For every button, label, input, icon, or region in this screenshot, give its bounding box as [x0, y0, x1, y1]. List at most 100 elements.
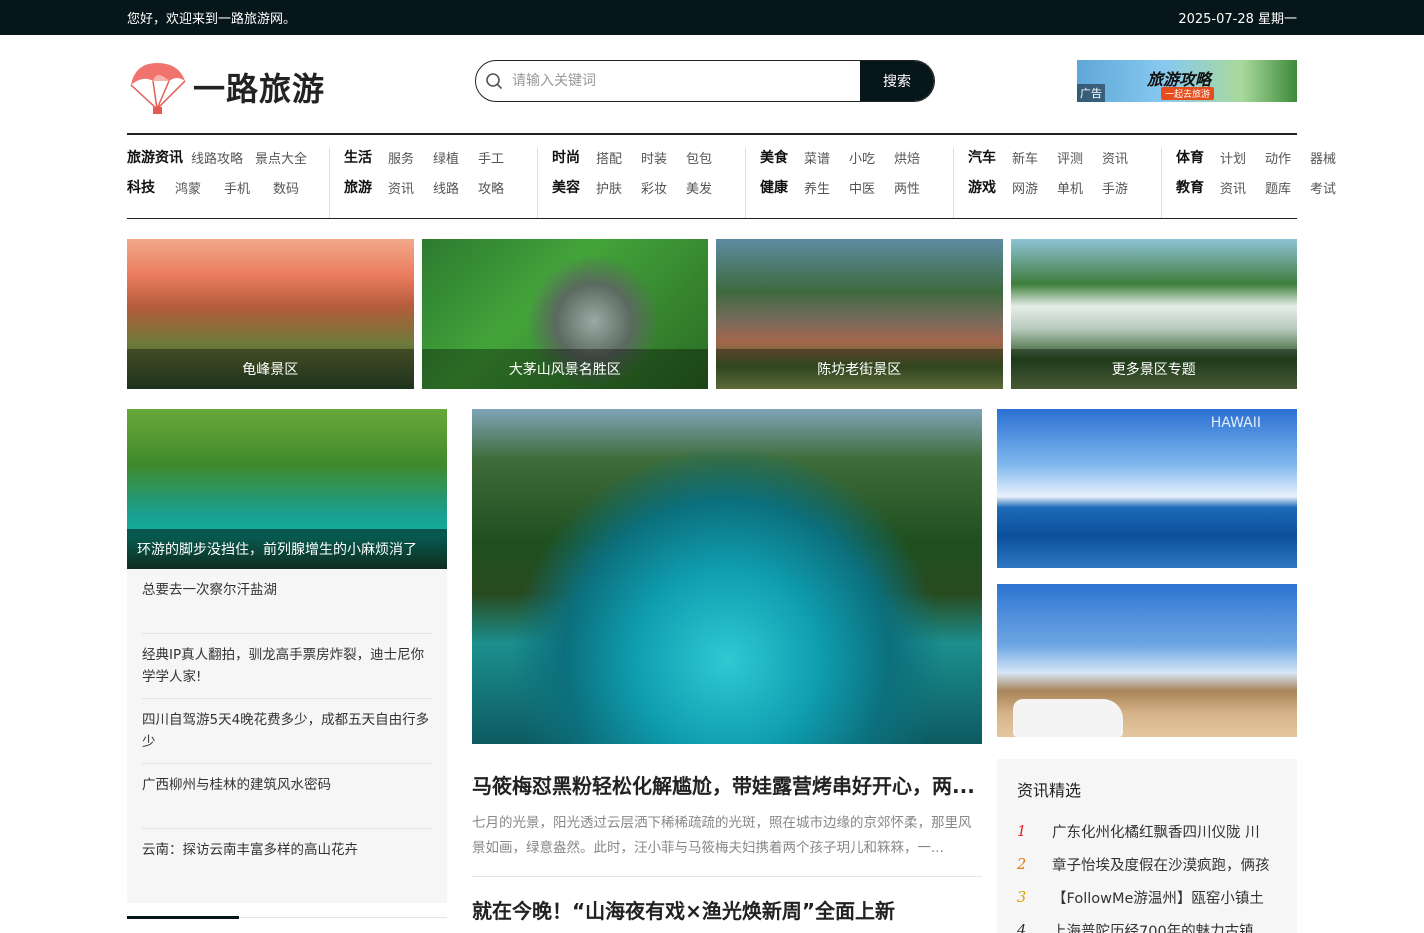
list-item[interactable]: 四川自驾游5天4晚花费多少，成都五天自由行多少: [142, 699, 432, 764]
tab-active-bar: [127, 916, 239, 919]
category-nav: 旅游资讯 线路攻略 景点大全 科技 鸿蒙 手机 数码 生活 服务 绿植 手工 旅游 资讯 线路 攻略 …: [127, 133, 1336, 219]
ranked-item[interactable]: 1 广东化州化橘红飘香四川仪陇 川: [1017, 815, 1277, 848]
nav-sub[interactable]: 新车: [1012, 148, 1057, 167]
nav-sub[interactable]: 题库: [1265, 178, 1310, 197]
ranked-item[interactable]: 4 上海普陀历经700年的魅力古镇: [1017, 914, 1277, 933]
nav-sub[interactable]: 小吃: [849, 148, 894, 167]
nav-sub[interactable]: 美发: [686, 178, 731, 197]
section-title: 资讯精选: [1017, 781, 1082, 800]
search-box: 搜索: [475, 60, 935, 102]
nav-sub[interactable]: 考试: [1310, 178, 1355, 197]
nav-cat[interactable]: 旅游: [344, 177, 388, 197]
nav-sub[interactable]: 评测: [1057, 148, 1102, 167]
ad-banner[interactable]: 旅游攻略 一起去旅游 广告: [1077, 60, 1297, 102]
nav-sub[interactable]: 护肤: [596, 178, 641, 197]
headline-image[interactable]: [472, 409, 982, 744]
nav-sub[interactable]: 手工: [478, 148, 523, 167]
image-watermark: HAWAII: [1210, 415, 1261, 431]
nav-sub[interactable]: 线路: [433, 178, 478, 197]
nav-sub[interactable]: 手机: [224, 178, 273, 197]
nav-sub[interactable]: 资讯: [1220, 178, 1265, 197]
right-column: HAWAII 资讯精选 1 广东化州化橘红飘香四川仪陇 川 2 章子怡埃及度假在沙漠…: [997, 409, 1297, 933]
main-content: 环游的脚步没挡住，前列腺增生的小麻烦消了 总要去一次察尔汗盐湖 经典IP真人翻拍…: [127, 409, 1297, 933]
scenic-card[interactable]: 更多景区专题: [1010, 239, 1297, 389]
ranked-item[interactable]: 2 章子怡埃及度假在沙漠疯跑，俩孩: [1017, 848, 1277, 881]
nav-sub[interactable]: 动作: [1265, 148, 1310, 167]
side-image-sea[interactable]: HAWAII: [997, 409, 1297, 568]
left-column: 环游的脚步没挡住，前列腺增生的小麻烦消了 总要去一次察尔汗盐湖 经典IP真人翻拍…: [127, 409, 447, 933]
nav-group: 生活 服务 绿植 手工 旅游 资讯 线路 攻略: [329, 148, 537, 218]
site-logo[interactable]: 一路旅游: [127, 59, 325, 115]
search-input[interactable]: [512, 61, 860, 101]
nav-sub[interactable]: 服务: [388, 148, 433, 167]
side-image-desert[interactable]: [997, 584, 1297, 737]
scenic-strip: 龟峰景区 大茅山风景名胜区 陈坊老街景区 更多景区专题: [127, 239, 1297, 389]
rank-number: 2: [1017, 856, 1027, 873]
logo-text: 一路旅游: [193, 70, 326, 108]
scenic-card[interactable]: 陈坊老街景区: [716, 239, 1003, 389]
nav-sub[interactable]: 烘焙: [894, 148, 939, 167]
list-item[interactable]: 总要去一次察尔汗盐湖: [142, 569, 432, 634]
nav-group: 汽车 新车 评测 资讯 游戏 网游 单机 手游: [953, 148, 1161, 218]
nav-sub[interactable]: 线路攻略: [191, 148, 255, 167]
ad-tag: 广告: [1077, 84, 1105, 102]
nav-cat[interactable]: 游戏: [968, 177, 1012, 197]
rank-number: 3: [1017, 889, 1027, 906]
list-item[interactable]: 云南：探访云南丰富多样的高山花卉: [142, 829, 432, 894]
nav-cat[interactable]: 科技: [127, 177, 175, 197]
nav-sub[interactable]: 攻略: [478, 178, 523, 197]
nav-cat[interactable]: 教育: [1176, 177, 1220, 197]
ranked-item[interactable]: 3 【FollowMe游温州】瓯窑小镇土: [1017, 881, 1277, 914]
list-item[interactable]: 经典IP真人翻拍，驯龙高手票房炸裂，迪士尼你学学人家!: [142, 634, 432, 699]
article-title-2[interactable]: 就在今晚！“山海夜有戏×渔光焕新周”全面上新: [472, 895, 982, 924]
nav-sub[interactable]: 网游: [1012, 178, 1057, 197]
nav-sub[interactable]: 彩妆: [641, 178, 686, 197]
nav-sub[interactable]: 养生: [804, 178, 849, 197]
nav-sub[interactable]: 器械: [1310, 148, 1355, 167]
nav-cat[interactable]: 体育: [1176, 147, 1220, 167]
header: 一路旅游 搜索 旅游攻略 一起去旅游 广告: [127, 35, 1297, 133]
nav-sub[interactable]: 资讯: [388, 178, 433, 197]
search-button[interactable]: 搜索: [860, 61, 934, 101]
nav-sub[interactable]: 景点大全: [255, 148, 315, 167]
feature-caption: 环游的脚步没挡住，前列腺增生的小麻烦消了: [127, 529, 447, 569]
article-title[interactable]: 马筱梅怼黑粉轻松化解尴尬，带娃露营烤串好开心，两...: [472, 770, 982, 799]
nav-sub[interactable]: 数码: [273, 178, 313, 197]
nav-cat[interactable]: 时尚: [552, 147, 596, 167]
rank-number: 1: [1017, 823, 1027, 840]
scenic-caption: 大茅山风景名胜区: [421, 349, 708, 389]
nav-sub[interactable]: 单机: [1057, 178, 1102, 197]
nav-cat[interactable]: 美容: [552, 177, 596, 197]
nav-sub[interactable]: 资讯: [1102, 148, 1147, 167]
nav-sub[interactable]: 时装: [641, 148, 686, 167]
ranked-item-text: 上海普陀历经700年的魅力古镇: [1052, 924, 1254, 933]
nav-sub[interactable]: 中医: [849, 178, 894, 197]
list-item[interactable]: 广西柳州与桂林的建筑风水密码: [142, 764, 432, 829]
nav-cat[interactable]: 生活: [344, 147, 388, 167]
nav-group: 时尚 搭配 时装 包包 美容 护肤 彩妆 美发: [537, 148, 745, 218]
nav-sub[interactable]: 鸿蒙: [175, 178, 224, 197]
nav-cat[interactable]: 美食: [760, 147, 804, 167]
scenic-card[interactable]: 大茅山风景名胜区: [421, 239, 708, 389]
article-summary: 七月的光景，阳光透过云层洒下稀稀疏疏的光斑，照在城市边缘的京郊怀柔，那里风景如画…: [472, 815, 972, 856]
feature-card[interactable]: 环游的脚步没挡住，前列腺增生的小麻烦消了: [127, 409, 447, 569]
nav-sub[interactable]: 绿植: [433, 148, 478, 167]
nav-sub[interactable]: 手游: [1102, 178, 1147, 197]
nav-sub[interactable]: 菜谱: [804, 148, 849, 167]
scenic-caption: 陈坊老街景区: [716, 349, 1003, 389]
parachute-icon: [130, 63, 186, 114]
nav-sub[interactable]: 两性: [894, 178, 939, 197]
nav-sub[interactable]: 包包: [686, 148, 731, 167]
scenic-card[interactable]: 龟峰景区: [127, 239, 414, 389]
top-bar: 您好，欢迎来到一路旅游网。 2025-07-28 星期一: [0, 0, 1424, 35]
featured-news: 资讯精选 1 广东化州化橘红飘香四川仪陇 川 2 章子怡埃及度假在沙漠疯跑，俩孩 3…: [997, 759, 1297, 933]
nav-group: 体育 计划 动作 器械 教育 资讯 题库 考试: [1161, 148, 1369, 218]
nav-cat[interactable]: 健康: [760, 177, 804, 197]
nav-cat[interactable]: 旅游资讯: [127, 147, 191, 167]
ranked-item-text: 章子怡埃及度假在沙漠疯跑，俩孩: [1052, 858, 1270, 874]
headline-article: 马筱梅怼黑粉轻松化解尴尬，带娃露营烤串好开心，两... 七月的光景，阳光透过云层…: [472, 744, 982, 877]
nav-cat[interactable]: 汽车: [968, 147, 1012, 167]
nav-sub[interactable]: 搭配: [596, 148, 641, 167]
nav-sub[interactable]: 计划: [1220, 148, 1265, 167]
ranked-item-text: 【FollowMe游温州】瓯窑小镇土: [1052, 891, 1264, 907]
